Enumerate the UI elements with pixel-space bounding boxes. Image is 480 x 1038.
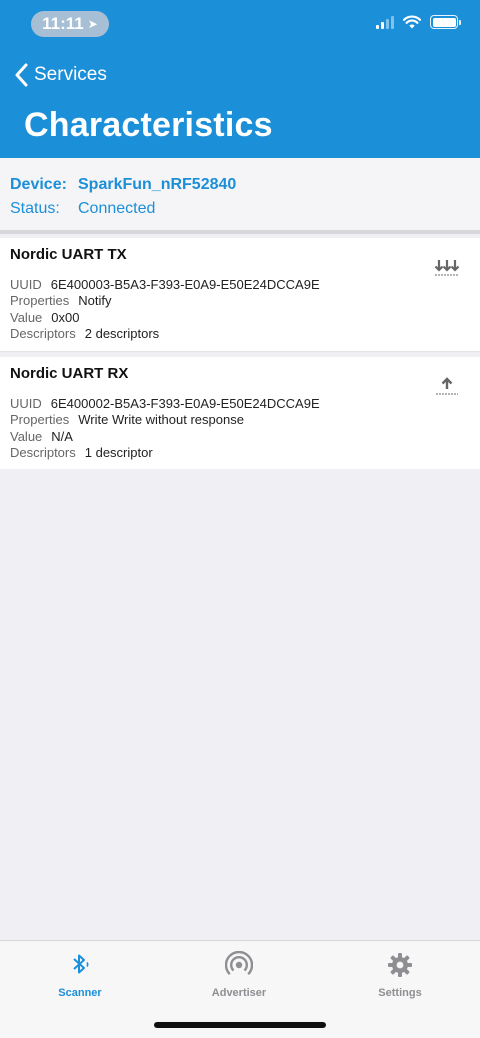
- properties-row: Properties Write Write without response: [10, 412, 244, 427]
- descriptors-value: 1 descriptor: [84, 445, 153, 460]
- value-row: Value N/A: [10, 429, 73, 444]
- back-button[interactable]: Services: [14, 63, 107, 87]
- status-row: Status: Connected: [10, 200, 155, 218]
- descriptors-key: Descriptors: [10, 326, 76, 341]
- tab-label: Scanner: [58, 987, 102, 999]
- descriptors-row: Descriptors 2 descriptors: [10, 326, 159, 341]
- tab-scanner[interactable]: Scanner: [25, 951, 135, 999]
- properties-key: Properties: [10, 412, 70, 427]
- descriptors-key: Descriptors: [10, 445, 76, 460]
- properties-value: Notify: [78, 293, 112, 308]
- notify-download-icon[interactable]: [434, 258, 460, 280]
- gear-icon: [388, 953, 412, 977]
- status-key: Status:: [10, 200, 60, 217]
- wifi-icon: [403, 15, 421, 29]
- nav-header: 11:11 ➤ Services Characteristics: [0, 0, 480, 158]
- value-key: Value: [10, 310, 43, 325]
- device-key: Device:: [10, 176, 67, 193]
- status-time-text: 11:11: [42, 14, 84, 33]
- tab-advertiser[interactable]: Advertiser: [184, 951, 294, 999]
- broadcast-icon: [225, 951, 253, 976]
- write-upload-icon[interactable]: [434, 375, 460, 397]
- uuid-row: UUID 6E400003-B5A3-F393-E0A9-E50E24DCCA9…: [10, 277, 320, 292]
- connection-status: Connected: [78, 200, 156, 217]
- uuid-row: UUID 6E400002-B5A3-F393-E0A9-E50E24DCCA9…: [10, 396, 320, 411]
- descriptors-row: Descriptors 1 descriptor: [10, 445, 153, 460]
- value-value: 0x00: [51, 310, 80, 325]
- properties-value: Write Write without response: [78, 412, 244, 427]
- properties-key: Properties: [10, 293, 70, 308]
- uuid-key: UUID: [10, 396, 42, 411]
- value-value: N/A: [51, 429, 73, 444]
- back-label: Services: [34, 64, 107, 85]
- value-row: Value 0x00: [10, 310, 80, 325]
- uuid-key: UUID: [10, 277, 42, 292]
- properties-row: Properties Notify: [10, 293, 111, 308]
- characteristic-item-uart-tx[interactable]: Nordic UART TX UUID 6E400003-B5A3-F393-E…: [0, 238, 480, 352]
- tab-label: Settings: [378, 987, 422, 999]
- status-icons: [376, 15, 461, 29]
- characteristic-name: Nordic UART RX: [10, 365, 129, 382]
- status-time: 11:11 ➤: [31, 11, 109, 37]
- uuid-value: 6E400003-B5A3-F393-E0A9-E50E24DCCA9E: [50, 277, 320, 292]
- device-name: SparkFun_nRF52840: [78, 176, 237, 193]
- value-key: Value: [10, 429, 43, 444]
- location-icon: ➤: [87, 17, 98, 31]
- descriptors-value: 2 descriptors: [84, 326, 160, 341]
- uuid-value: 6E400002-B5A3-F393-E0A9-E50E24DCCA9E: [50, 396, 320, 411]
- page-title: Characteristics: [24, 106, 273, 144]
- battery-icon: [430, 15, 461, 29]
- tab-settings[interactable]: Settings: [345, 951, 455, 999]
- status-bar: 11:11 ➤: [0, 0, 480, 50]
- device-info-panel: Device: SparkFun_nRF52840 Status: Connec…: [0, 158, 480, 234]
- cellular-signal-icon: [376, 15, 394, 29]
- home-indicator[interactable]: [154, 1022, 326, 1028]
- tab-label: Advertiser: [211, 987, 267, 999]
- characteristic-item-uart-rx[interactable]: Nordic UART RX UUID 6E400002-B5A3-F393-E…: [0, 357, 480, 469]
- characteristic-name: Nordic UART TX: [10, 246, 127, 263]
- chevron-left-icon: [15, 63, 28, 87]
- bluetooth-icon: [73, 954, 89, 974]
- device-row: Device: SparkFun_nRF52840: [10, 176, 236, 194]
